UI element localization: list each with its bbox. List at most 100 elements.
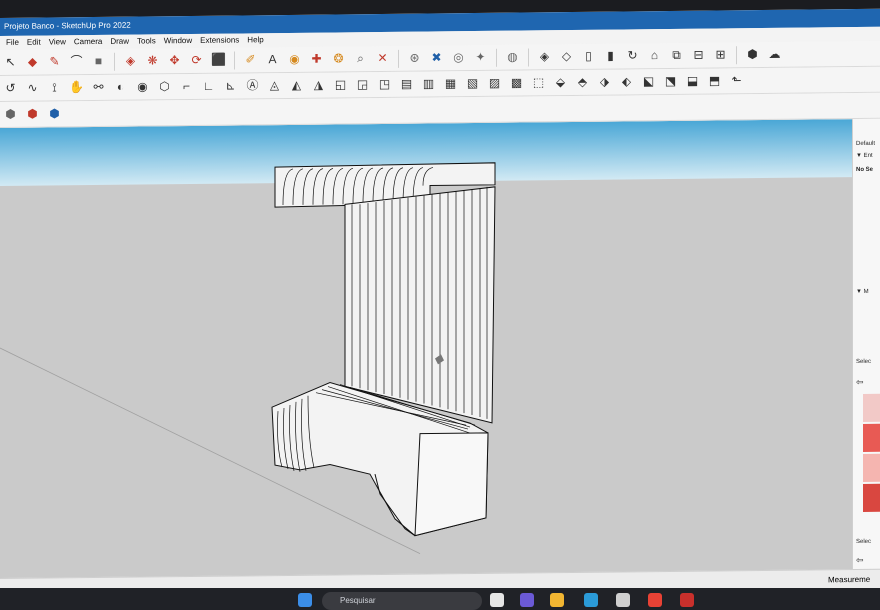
orbit-icon[interactable]: ❂ (330, 50, 347, 67)
tray-title: Default (856, 140, 876, 148)
text-tool-icon[interactable]: A (264, 51, 281, 68)
hand-icon[interactable]: ✋ (68, 79, 85, 96)
taskbar-search-box[interactable]: Pesquisar (322, 592, 482, 610)
extrude-icon[interactable]: ▨ (486, 75, 503, 92)
menu-window[interactable]: Window (160, 34, 196, 48)
fillet-icon[interactable]: ⬘ (574, 74, 591, 91)
store-icon[interactable] (616, 593, 630, 607)
menu-help[interactable]: Help (243, 33, 267, 47)
dimension-icon[interactable]: ⌐ (178, 78, 195, 95)
walk-icon[interactable]: ⚯ (90, 79, 107, 96)
windows-start-icon[interactable] (298, 593, 312, 607)
follow-icon[interactable]: ▧ (464, 75, 481, 92)
file-explorer-icon[interactable] (550, 593, 564, 607)
divide-icon[interactable]: ⟟ (46, 79, 63, 96)
entity-info-header[interactable]: ▼ Ent (856, 153, 873, 159)
edge-icon[interactable] (584, 593, 598, 607)
move-tool-icon[interactable]: ✥ (166, 52, 183, 69)
rectangle-tool-icon[interactable]: ■ (90, 53, 107, 70)
spline-icon[interactable]: ⬒ (706, 72, 723, 89)
solid-tools-icon[interactable]: ⬢ (46, 105, 63, 122)
menu-camera[interactable]: Camera (70, 35, 106, 49)
menu-draw[interactable]: Draw (106, 35, 133, 49)
zoom-extents-icon[interactable]: ✕ (374, 50, 391, 67)
select-tab-label[interactable]: Selec (856, 359, 871, 365)
rotate-view-icon[interactable]: ↺ (2, 80, 19, 97)
back-arrow-icon[interactable]: ⇦ (856, 377, 864, 388)
arc-tool-icon[interactable]: ⌒ (68, 53, 85, 70)
extension-warehouse-icon[interactable]: ☁ (766, 46, 783, 63)
shell-icon[interactable]: ⬖ (618, 73, 635, 90)
select-arrow-icon[interactable]: ↖ (2, 54, 19, 71)
menu-extensions[interactable]: Extensions (196, 33, 243, 47)
sandbox-from-scratch-icon[interactable]: ✖ (428, 49, 445, 66)
task-view-icon[interactable] (490, 593, 504, 607)
menu-file[interactable]: File (2, 36, 23, 50)
right-view-icon[interactable]: ▮ (602, 48, 619, 65)
protractor-icon[interactable]: ∟ (200, 78, 217, 95)
sandbox-from-contours-icon[interactable]: ⊛ (406, 50, 423, 67)
material-swatch[interactable] (863, 423, 880, 452)
material-swatch[interactable] (863, 483, 880, 512)
zoom-icon[interactable]: ⌕ (352, 50, 369, 67)
loft-icon[interactable]: ▩ (508, 75, 525, 92)
match-photo-icon[interactable]: ▦ (442, 75, 459, 92)
stamp-icon[interactable]: ✦ (472, 49, 489, 66)
model-viewport[interactable] (0, 119, 852, 598)
solid-union-icon[interactable]: ◬ (266, 77, 283, 94)
push-pull-icon[interactable]: ◈ (122, 53, 139, 70)
teams-icon[interactable] (520, 593, 534, 607)
look-around-icon[interactable]: ◐ (112, 79, 129, 96)
paint-bucket-icon[interactable]: ◉ (286, 51, 303, 68)
menu-view[interactable]: View (45, 35, 70, 49)
fog-icon[interactable]: ▥ (420, 75, 437, 92)
mirror-icon[interactable]: ⬔ (662, 73, 679, 90)
layers-icon[interactable]: ⬢ (2, 106, 19, 123)
pencil-line-icon[interactable]: ✎ (46, 53, 63, 70)
tape-measure-icon[interactable]: ✐ (242, 51, 259, 68)
curve-icon[interactable]: ⬓ (684, 73, 701, 90)
hidden-line-style-icon[interactable]: ⊞ (712, 46, 729, 63)
menu-edit[interactable]: Edit (23, 36, 45, 50)
front-view-icon[interactable]: ▯ (580, 48, 597, 65)
eraser-icon[interactable]: ◆ (24, 54, 41, 71)
back-view-icon[interactable]: ↻ (624, 47, 641, 64)
intersect-icon[interactable]: ◳ (376, 76, 393, 93)
select-tab-label-2[interactable]: Selec (856, 539, 871, 545)
materials-header[interactable]: ▼ M (856, 289, 869, 295)
menu-tools[interactable]: Tools (133, 34, 160, 48)
axes-icon[interactable]: ⊾ (222, 77, 239, 94)
scale-tool-icon[interactable]: ⬛ (210, 52, 227, 69)
position-camera-icon[interactable]: ◉ (134, 78, 151, 95)
chrome-icon[interactable] (648, 593, 662, 607)
3d-warehouse-icon[interactable]: ⬢ (744, 46, 761, 63)
sweep-icon[interactable]: ⬚ (530, 74, 547, 91)
solid-subtract-icon[interactable]: ◭ (288, 77, 305, 94)
outer-shell-icon[interactable]: ◲ (354, 76, 371, 93)
rotate-tool-icon[interactable]: ⟳ (188, 52, 205, 69)
user-account-icon[interactable]: ◍ (504, 49, 521, 66)
solid-trim-icon[interactable]: ◮ (310, 77, 327, 94)
shadow-icon[interactable]: ▤ (398, 76, 415, 93)
smoove-icon[interactable]: ◎ (450, 49, 467, 66)
section-plane-icon[interactable]: ⬡ (156, 78, 173, 95)
3d-text-icon[interactable]: Ⓐ (244, 77, 261, 94)
sketchup-app-icon[interactable] (680, 593, 694, 607)
material-swatch[interactable] (863, 393, 880, 422)
left-view-icon[interactable]: ⌂ (646, 47, 663, 64)
back-arrow-icon[interactable]: ⇦ (856, 555, 864, 566)
follow-me-icon[interactable]: ✚ (308, 51, 325, 68)
top-view-icon[interactable]: ◇ (558, 48, 575, 65)
material-swatch[interactable] (863, 453, 880, 482)
chamfer-icon[interactable]: ⬗ (596, 74, 613, 91)
iso-view-icon[interactable]: ◈ (536, 48, 553, 65)
array-icon[interactable]: ⬕ (640, 73, 657, 90)
freehand-icon[interactable]: ∿ (24, 80, 41, 97)
xray-style-icon[interactable]: ⧉ (668, 47, 685, 64)
components-icon[interactable]: ⬢ (24, 106, 41, 123)
offset-icon[interactable]: ❋ (144, 52, 161, 69)
bevel-icon[interactable]: ⬙ (552, 74, 569, 91)
solid-split-icon[interactable]: ◱ (332, 76, 349, 93)
wireframe-style-icon[interactable]: ⊟ (690, 47, 707, 64)
layout-icon[interactable]: ⬑ (728, 72, 745, 89)
